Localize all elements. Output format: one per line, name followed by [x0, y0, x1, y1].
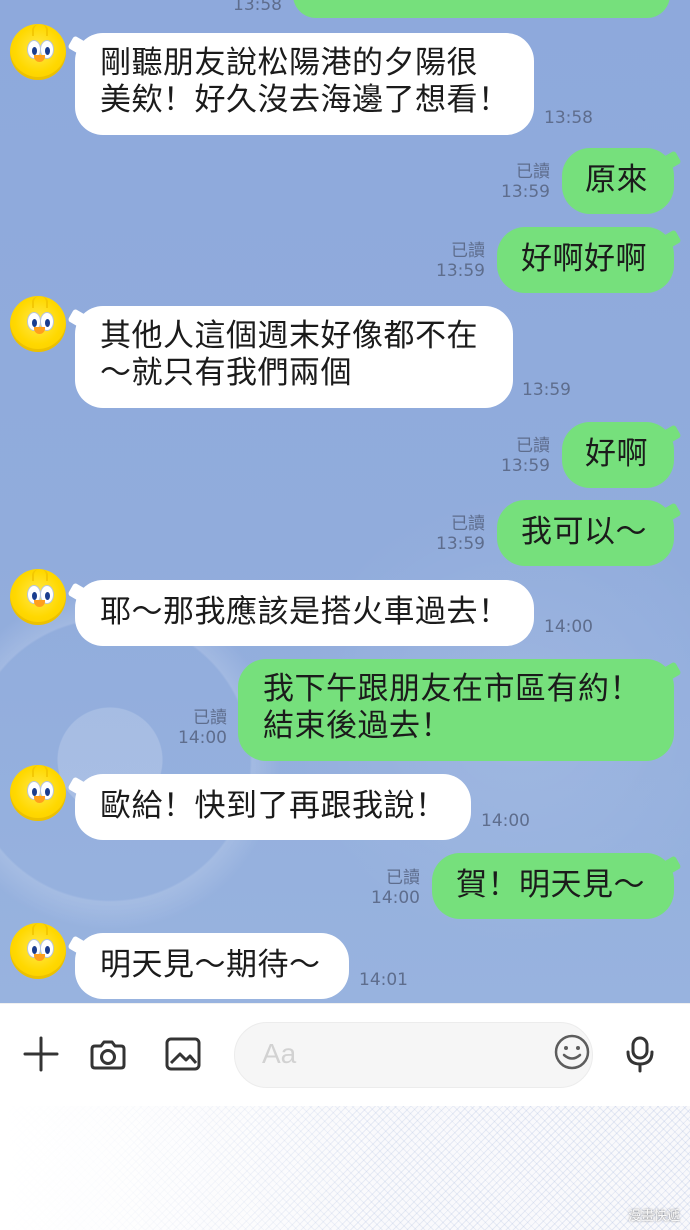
message-bubble[interactable]: 剛聽朋友說松陽港的夕陽很 美欸！好久沒去海邊了想看！: [75, 33, 534, 135]
message-time: 13:59: [436, 534, 485, 554]
message-meta: 已讀 14:00: [166, 708, 227, 748]
message-meta: 已讀 13:59: [489, 436, 550, 476]
avatar[interactable]: [10, 923, 66, 979]
avatar[interactable]: [10, 296, 66, 352]
message-bubble[interactable]: 其他人這個週末好像都不在 ～就只有我們兩個: [75, 306, 513, 408]
avatar-beak: [34, 954, 45, 961]
message-meta: 已讀 13:59: [489, 162, 550, 202]
message-time: 14:00: [481, 811, 530, 831]
message-bubble[interactable]: 原來: [562, 148, 674, 214]
read-receipt: 已讀: [193, 708, 227, 728]
message-bubble[interactable]: 明天見～期待～: [75, 933, 349, 999]
plus-icon[interactable]: [21, 1034, 61, 1074]
message-bubble[interactable]: 歐給！快到了再跟我說！: [75, 774, 471, 840]
avatar-beak: [34, 327, 45, 334]
message-time: 13:58: [544, 108, 593, 128]
top-cutoff-bubble: [293, 0, 670, 18]
camera-icon[interactable]: [88, 1034, 128, 1074]
watermark: 漫畫快遞: [627, 1209, 680, 1224]
avatar-tuft: [32, 24, 48, 36]
chat-area: 13:58 剛聽朋友說松陽港的夕陽很 美欸！好久沒去海邊了想看！ 13:58 已…: [0, 0, 690, 1003]
message-time: 14:00: [544, 617, 593, 637]
bottom-decorative-area: [0, 1106, 690, 1230]
message-bubble[interactable]: 好啊: [562, 422, 674, 488]
image-icon[interactable]: [163, 1034, 203, 1074]
message-bubble[interactable]: 賀！明天見～: [432, 853, 674, 919]
emoji-icon[interactable]: [552, 1032, 592, 1072]
message-time: 13:59: [501, 182, 550, 202]
avatar-beak: [34, 600, 45, 607]
message-time: 14:00: [371, 888, 420, 908]
microphone-icon[interactable]: [620, 1034, 660, 1074]
message-input[interactable]: [262, 1032, 482, 1076]
message-time: 13:59: [436, 261, 485, 281]
avatar[interactable]: [10, 765, 66, 821]
read-receipt: 已讀: [516, 436, 550, 456]
message-meta: 已讀 13:59: [424, 514, 485, 554]
avatar-beak: [34, 796, 45, 803]
avatar[interactable]: [10, 24, 66, 80]
read-receipt: 已讀: [516, 162, 550, 182]
message-time: 14:01: [359, 970, 408, 990]
top-cutoff-time: 13:58: [233, 0, 282, 15]
read-receipt: 已讀: [451, 514, 485, 534]
message-time: 14:00: [178, 728, 227, 748]
avatar-tuft: [32, 296, 48, 308]
read-receipt: 已讀: [386, 868, 420, 888]
message-time: 13:59: [522, 380, 571, 400]
message-meta: 已讀 13:59: [424, 241, 485, 281]
read-receipt: 已讀: [451, 241, 485, 261]
avatar[interactable]: [10, 569, 66, 625]
avatar-tuft: [32, 765, 48, 777]
message-bubble[interactable]: 我可以～: [497, 500, 674, 566]
avatar-beak: [34, 55, 45, 62]
message-bubble[interactable]: 耶～那我應該是搭火車過去！: [75, 580, 534, 646]
message-meta: 已讀 14:00: [359, 868, 420, 908]
message-composer: [0, 1003, 690, 1106]
message-bubble[interactable]: 好啊好啊: [497, 227, 674, 293]
avatar-tuft: [32, 569, 48, 581]
avatar-tuft: [32, 923, 48, 935]
message-time: 13:59: [501, 456, 550, 476]
message-bubble[interactable]: 我下午跟朋友在市區有約！ 結束後過去！: [238, 659, 674, 761]
